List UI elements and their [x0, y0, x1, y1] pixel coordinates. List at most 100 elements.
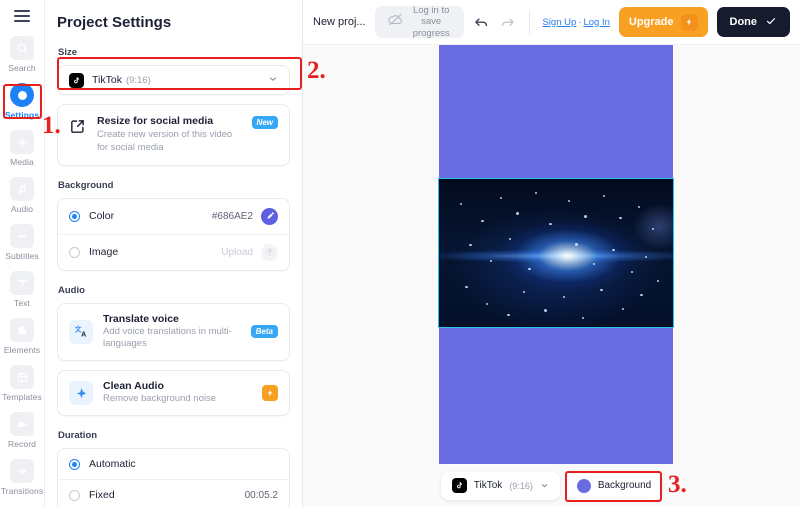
- background-color-label: Color: [89, 210, 115, 223]
- done-button[interactable]: Done: [716, 7, 790, 37]
- bottom-size-ratio: (9:16): [509, 480, 533, 491]
- sidebar-item-settings[interactable]: Settings: [0, 83, 45, 120]
- search-icon: [10, 36, 34, 60]
- app-root: Search Settings Media Audio Subtitles Te…: [0, 0, 800, 507]
- done-button-label: Done: [729, 16, 758, 28]
- new-badge: New: [251, 116, 278, 129]
- duration-card: Automatic Fixed 00:05.2: [57, 448, 290, 507]
- radio-automatic[interactable]: [69, 458, 80, 470]
- size-select-ratio: (9:16): [125, 74, 151, 86]
- translate-voice-card[interactable]: 文A Translate voice Add voice translation…: [57, 302, 290, 362]
- svg-text:A: A: [81, 331, 86, 339]
- translate-icon: 文A: [69, 319, 93, 344]
- clean-audio-title: Clean Audio: [103, 380, 164, 393]
- sidebar-item-media[interactable]: Media: [0, 130, 45, 167]
- video-canvas[interactable]: [438, 45, 674, 464]
- toolbar-divider: [528, 10, 530, 34]
- subtitles-icon: [10, 224, 34, 248]
- background-image-upload-label[interactable]: Upload: [221, 247, 253, 258]
- bottom-toolbar: TikTok (9:16) Background: [303, 464, 800, 507]
- page-title: Project Settings: [57, 14, 172, 31]
- tiktok-icon: [451, 478, 467, 493]
- clean-audio-body: Clean Audio Remove background noise: [103, 380, 252, 406]
- size-section-label: Size: [58, 47, 78, 58]
- video-clip[interactable]: [438, 178, 674, 328]
- clean-audio-card[interactable]: Clean Audio Remove background noise: [57, 370, 290, 417]
- bottom-size-pill[interactable]: TikTok (9:16): [440, 471, 560, 500]
- bottom-background-pill[interactable]: Background: [565, 471, 663, 500]
- background-image-label: Image: [89, 246, 119, 259]
- sidebar-item-label: Transitions: [0, 486, 44, 496]
- resize-card-subtitle: Create new version of this video for soc…: [97, 129, 233, 153]
- eyedropper-icon[interactable]: [261, 207, 278, 225]
- sidebar-item-subtitles[interactable]: Subtitles: [0, 224, 45, 261]
- chevron-down-icon: [540, 477, 549, 495]
- sidebar-item-label: Templates: [2, 392, 42, 402]
- sidebar-item-label: Elements: [3, 345, 41, 355]
- background-color-row[interactable]: Color #686AE2: [58, 199, 289, 234]
- translate-voice-title: Translate voice: [103, 312, 179, 325]
- duration-fixed-value[interactable]: 00:05.2: [245, 490, 278, 501]
- bottom-background-label: Background: [597, 480, 652, 491]
- elements-icon: [10, 318, 34, 342]
- sidebar-item-text[interactable]: Text: [0, 271, 45, 308]
- sidebar-item-label: Subtitles: [5, 251, 39, 261]
- sidebar-item-label: Media: [10, 157, 34, 167]
- sidebar-item-templates[interactable]: Templates: [0, 365, 45, 402]
- radio-fixed[interactable]: [69, 489, 80, 501]
- duration-automatic-row[interactable]: Automatic: [58, 449, 289, 479]
- check-icon: [765, 15, 777, 30]
- sign-up-link[interactable]: Sign Up: [542, 17, 576, 28]
- top-toolbar: New proj... Log in to save progress Sign…: [303, 0, 800, 45]
- audio-section-label: Audio: [58, 284, 85, 296]
- background-image-row[interactable]: Image Upload: [58, 233, 289, 270]
- login-to-save-pill[interactable]: Log in to save progress: [374, 4, 464, 39]
- duration-fixed-label: Fixed: [89, 489, 115, 502]
- music-note-icon: [10, 177, 34, 201]
- translate-voice-subtitle: Add voice translations in multi-language…: [103, 325, 232, 350]
- cloud-off-icon: [387, 11, 404, 33]
- size-select-name: TikTok: [92, 74, 122, 86]
- login-to-save-text: Log in to save progress: [412, 4, 450, 39]
- bottom-size-name: TikTok: [473, 480, 503, 491]
- sparkle-icon: [69, 381, 93, 406]
- sidebar-item-label: Text: [14, 298, 30, 308]
- sidebar-item-elements[interactable]: Elements: [0, 318, 45, 355]
- chevron-down-icon: [268, 71, 278, 89]
- hamburger-icon[interactable]: [14, 10, 30, 22]
- size-select[interactable]: TikTok (9:16): [57, 65, 290, 95]
- transitions-icon: [10, 459, 34, 483]
- sidebar-item-audio[interactable]: Audio: [0, 177, 45, 214]
- sidebar-item-label: Settings: [4, 110, 40, 120]
- radio-image[interactable]: [69, 246, 80, 258]
- bolt-icon: [680, 13, 698, 31]
- plus-icon: [10, 130, 34, 154]
- preview-stage: [303, 45, 800, 464]
- settings-ring-icon: [10, 83, 34, 107]
- resize-for-social-media-card[interactable]: Resize for social media Create new versi…: [57, 104, 290, 166]
- log-in-link[interactable]: Log In: [583, 17, 609, 28]
- upgrade-button[interactable]: Upgrade: [618, 7, 708, 37]
- external-link-icon: [69, 118, 87, 140]
- background-card: Color #686AE2 Image Upload: [57, 197, 290, 271]
- upload-icon[interactable]: [261, 243, 278, 261]
- left-nav-rail: Search Settings Media Audio Subtitles Te…: [0, 0, 45, 507]
- sidebar-item-record[interactable]: Record: [0, 412, 45, 449]
- redo-arrow-icon[interactable]: [499, 14, 516, 31]
- project-settings-panel: Project Settings Size TikTok (9:16) Resi…: [45, 0, 303, 507]
- radio-color[interactable]: [69, 210, 80, 222]
- duration-fixed-row[interactable]: Fixed 00:05.2: [58, 479, 289, 507]
- resize-card-body: Resize for social media Create new versi…: [97, 115, 236, 155]
- sidebar-item-transitions[interactable]: Transitions: [0, 459, 45, 496]
- sidebar-item-search[interactable]: Search: [0, 36, 45, 73]
- bolt-icon: [262, 385, 278, 402]
- undo-arrow-icon[interactable]: [473, 14, 490, 31]
- text-t-icon: [10, 271, 34, 295]
- duration-section-label: Duration: [58, 430, 98, 442]
- tiktok-icon: [69, 72, 84, 88]
- auth-links: Sign Up · Log In: [542, 17, 609, 28]
- background-color-dot-icon: [576, 478, 591, 493]
- sidebar-item-label: Record: [7, 439, 36, 449]
- upgrade-button-label: Upgrade: [628, 16, 674, 28]
- project-name[interactable]: New proj...: [313, 16, 366, 28]
